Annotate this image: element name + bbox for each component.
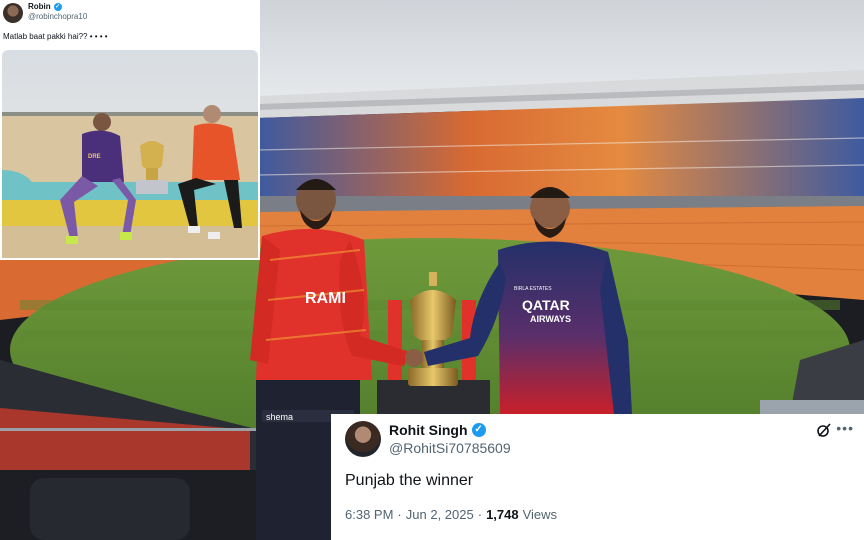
views-label: Views [522, 507, 558, 522]
avatar[interactable] [345, 421, 381, 457]
more-options-icon[interactable]: ••• [836, 420, 854, 436]
tweet-photo[interactable]: DRE [2, 50, 258, 258]
meta-separator: · [477, 507, 483, 522]
views-count: 1,748 [486, 507, 519, 522]
svg-text:DRE: DRE [88, 154, 101, 160]
tweet-date[interactable]: Jun 2, 2025 [406, 507, 474, 522]
beach-trophy-photo: DRE [2, 50, 258, 258]
meta-separator: · [397, 507, 402, 522]
user-handle[interactable]: @RohitSi70785609 [389, 440, 511, 456]
tweet-text: Matlab baat pakki hai?? • • • • [3, 32, 108, 41]
left-player-sponsor-text: shema [266, 412, 293, 422]
right-player-jersey-line1: QATAR [522, 297, 570, 313]
display-name[interactable]: Rohit Singh [389, 422, 468, 438]
left-player-jersey-text: RAMI [305, 290, 346, 307]
right-player-sponsor-text: BIRLA ESTATES [514, 286, 552, 292]
grok-icon[interactable] [816, 422, 832, 438]
tweet-text: Punjab the winner [345, 472, 474, 489]
embedded-tweet-bottom: Rohit Singh ✓ @RohitSi70785609 ••• Punja… [331, 414, 864, 540]
right-player-jersey-line2: AIRWAYS [530, 314, 571, 324]
avatar[interactable] [3, 3, 23, 23]
tweet-time[interactable]: 6:38 PM [345, 507, 393, 522]
embedded-tweet-top: Robin ✓ @robinchopra10 Matlab baat pakki… [0, 0, 260, 260]
user-handle[interactable]: @robinchopra10 [28, 12, 87, 21]
verified-badge-icon: ✓ [53, 2, 62, 11]
tweet-meta: 6:38 PM · Jun 2, 2025 · 1,748 Views [345, 507, 557, 522]
verified-badge-icon: ✓ [471, 423, 486, 437]
display-name[interactable]: Robin [28, 2, 51, 11]
